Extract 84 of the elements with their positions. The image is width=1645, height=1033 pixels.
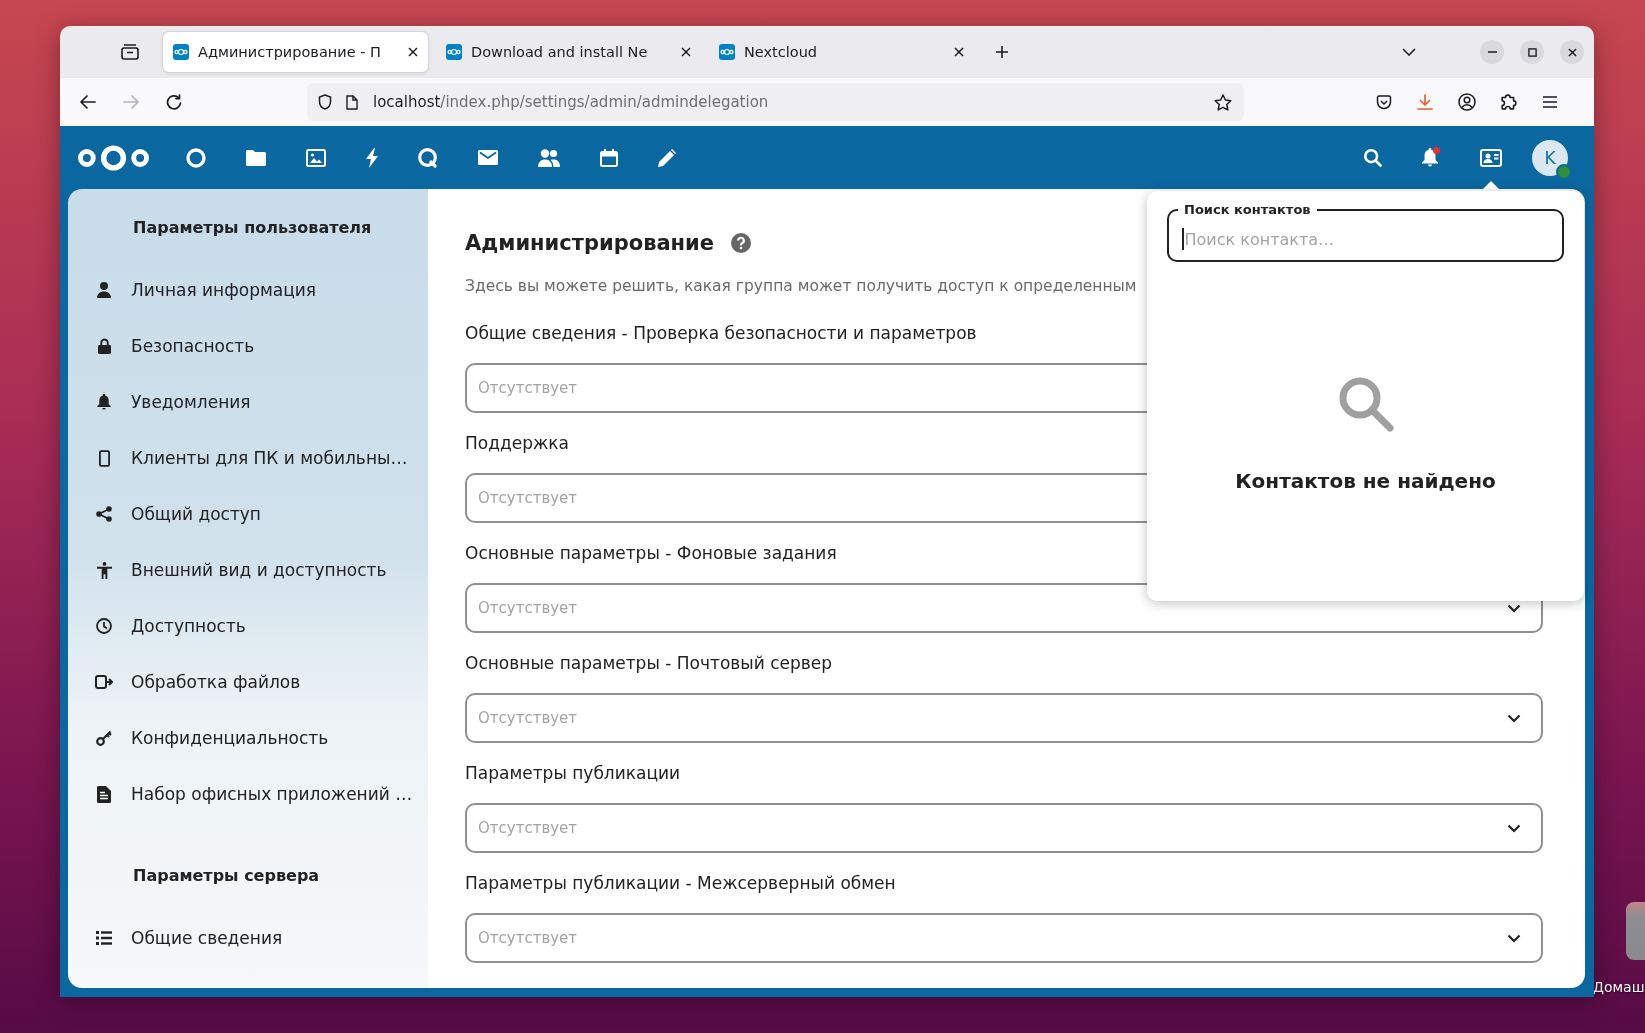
sidebar-item[interactable]: Общий доступ bbox=[68, 486, 428, 542]
field-label: Основные параметры - Фоновые задания bbox=[465, 542, 837, 564]
sidebar-item[interactable]: Уведомления bbox=[68, 374, 428, 430]
key-icon bbox=[96, 730, 112, 746]
chevron-down-icon[interactable] bbox=[1507, 933, 1521, 943]
close-icon[interactable] bbox=[681, 47, 691, 57]
sidebar-item[interactable]: Безопасность bbox=[68, 318, 428, 374]
sidebar-item[interactable]: Набор офисных приложений … bbox=[68, 766, 428, 822]
contact-search-field[interactable]: Поиск контактов Поиск контакта… bbox=[1167, 202, 1564, 262]
sidebar-item[interactable]: Клиенты для ПК и мобильны… bbox=[68, 430, 428, 486]
close-window-button[interactable] bbox=[1560, 40, 1584, 64]
minimize-button[interactable] bbox=[1480, 40, 1504, 64]
minimize-icon bbox=[1487, 51, 1497, 53]
chevron-down-icon[interactable] bbox=[1507, 823, 1521, 833]
favicon-icon bbox=[173, 44, 189, 60]
page-icon[interactable] bbox=[346, 94, 358, 110]
shield-icon[interactable] bbox=[318, 94, 332, 110]
magnifier-icon bbox=[1337, 376, 1394, 432]
sidebar-item[interactable]: Общие сведения bbox=[68, 910, 428, 966]
calendar-icon[interactable] bbox=[600, 148, 618, 167]
close-icon[interactable] bbox=[408, 47, 418, 57]
desktop-icon-label[interactable]: Домаш bbox=[1593, 978, 1645, 996]
field-label: Основные параметры - Почтовый сервер bbox=[465, 652, 833, 674]
envelope-icon[interactable] bbox=[478, 150, 498, 165]
star-icon[interactable] bbox=[1214, 93, 1232, 111]
account-icon[interactable] bbox=[1458, 93, 1476, 111]
download-icon[interactable] bbox=[1417, 94, 1433, 110]
plus-icon[interactable] bbox=[995, 45, 1009, 59]
search-icon[interactable] bbox=[1364, 148, 1382, 167]
browser-tab[interactable]: Администрирование - П bbox=[163, 32, 428, 72]
file-arrow-icon bbox=[95, 675, 113, 689]
sidebar-item[interactable]: Личная информация bbox=[68, 262, 428, 318]
browser-tab[interactable]: Nextcloud bbox=[709, 32, 974, 72]
favicon-icon bbox=[446, 44, 462, 60]
page-title: Администрирование bbox=[465, 230, 715, 257]
address-bar[interactable]: localhost/index.php/settings/admin/admindelegation bbox=[307, 83, 1244, 121]
speech-bubble-icon[interactable] bbox=[418, 147, 438, 168]
lock-icon bbox=[97, 338, 111, 354]
section-heading: Параметры пользователя bbox=[132, 217, 373, 239]
ring-icon[interactable] bbox=[186, 147, 206, 168]
field-label: Поддержка bbox=[465, 432, 569, 454]
sidebar-item[interactable]: Конфиденциальность bbox=[68, 710, 428, 766]
phone-icon bbox=[98, 449, 110, 467]
maximize-icon bbox=[1527, 47, 1537, 57]
contact-card-icon[interactable] bbox=[1480, 148, 1502, 167]
back-icon[interactable] bbox=[80, 95, 96, 109]
app-logo[interactable] bbox=[77, 143, 150, 172]
share-icon bbox=[96, 506, 112, 522]
field-label: Параметры публикации - Межсерверный обмен bbox=[465, 872, 896, 894]
description-text: Здесь вы можете решить, какая группа может получить доступ к определенным bbox=[465, 276, 1137, 297]
section-heading: Параметры сервера bbox=[132, 865, 321, 887]
field-label: Параметры публикации bbox=[465, 762, 681, 784]
favicon-icon bbox=[719, 44, 735, 60]
chevron-down-icon[interactable] bbox=[1507, 713, 1521, 723]
field-label: Общие сведения - Проверка безопасности и параметров bbox=[465, 322, 977, 344]
help-icon[interactable] bbox=[731, 233, 752, 253]
list-icon bbox=[96, 931, 112, 945]
document-icon bbox=[97, 785, 111, 803]
reload-icon[interactable] bbox=[166, 94, 182, 110]
sidebar-item[interactable]: Обработка файлов bbox=[68, 654, 428, 710]
tab-tray-icon[interactable] bbox=[121, 44, 139, 60]
pencil-icon[interactable] bbox=[658, 148, 676, 167]
sidebar-item[interactable]: Внешний вид и доступность bbox=[68, 542, 428, 598]
close-icon[interactable] bbox=[954, 47, 964, 57]
bell-icon bbox=[97, 394, 111, 410]
chevron-down-icon[interactable] bbox=[1507, 603, 1521, 613]
lightning-icon[interactable] bbox=[366, 147, 378, 168]
clock-icon bbox=[96, 618, 112, 634]
people-icon[interactable] bbox=[538, 148, 560, 167]
maximize-button[interactable] bbox=[1520, 40, 1544, 64]
sidebar-item[interactable]: Доступность bbox=[68, 598, 428, 654]
accessibility-icon bbox=[96, 561, 112, 579]
puzzle-icon[interactable] bbox=[1501, 94, 1517, 110]
desktop-app-icon[interactable] bbox=[1626, 902, 1645, 960]
image-icon[interactable] bbox=[306, 148, 326, 167]
browser-tab[interactable]: Download and install Ne bbox=[436, 32, 701, 72]
menu-icon[interactable] bbox=[1542, 96, 1558, 108]
pocket-icon[interactable] bbox=[1376, 94, 1392, 110]
person-icon bbox=[97, 282, 111, 298]
caret-down-icon[interactable] bbox=[1402, 48, 1416, 56]
bell-icon[interactable] bbox=[1422, 148, 1438, 167]
user-avatar[interactable]: K bbox=[1532, 139, 1568, 176]
folder-icon[interactable] bbox=[246, 149, 266, 166]
close-icon bbox=[1567, 47, 1577, 57]
